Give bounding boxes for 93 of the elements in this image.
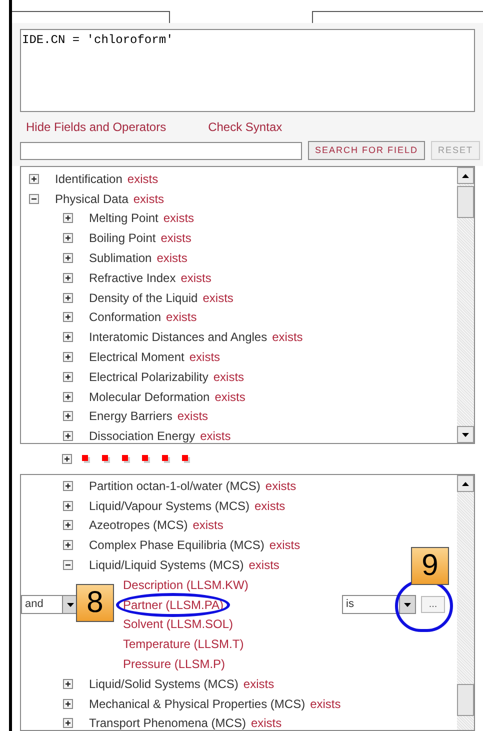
tree-item[interactable]: Interatomic Distances and Angles [89,328,268,346]
step-callout: 9 [411,546,449,585]
exists-link[interactable]: exists [180,268,212,287]
exists-link[interactable]: exists [269,536,300,554]
exists-link[interactable]: exists [250,714,282,730]
collapse-icon[interactable] [29,194,39,204]
tree-item[interactable]: Conformation [89,308,162,326]
query-field[interactable]: IDE.CN = 'chloroform' [20,29,475,112]
exists-link[interactable]: exists [177,407,208,426]
expand-icon[interactable] [62,454,72,464]
expand-icon[interactable] [63,480,73,491]
field-search-input[interactable] [20,142,302,160]
expand-icon[interactable] [63,392,73,402]
expand-icon[interactable] [63,253,73,264]
field-link[interactable]: Pressure (LLSM.P) [123,655,226,674]
expand-icon[interactable] [63,233,73,244]
tree-item[interactable]: Melting Point [89,209,158,228]
tree-item[interactable]: Liquid/Solid Systems (MCS) [89,674,238,693]
tree-item[interactable]: Boiling Point [89,229,156,248]
exists-link[interactable]: exists [160,229,192,248]
text-link[interactable]: Hide Fields and Operators [26,118,166,136]
tree-item[interactable]: Density of the Liquid [89,288,198,307]
expand-icon[interactable] [63,431,73,442]
scrollbar[interactable] [457,475,474,730]
exists-link[interactable]: exists [214,388,246,406]
field-link[interactable]: Partner (LLSM.PA) [119,596,228,614]
tree-item[interactable]: Complex Phase Equilibria (MCS) [89,536,264,554]
expand-icon[interactable] [63,540,73,550]
exists-link[interactable]: exists [243,674,274,693]
tree-item[interactable]: Electrical Moment [89,348,184,366]
up-arrow-icon [462,482,469,486]
expand-icon[interactable] [63,411,73,422]
up-arrow-icon [462,174,469,178]
exists-link[interactable]: exists [310,694,341,713]
exists-link[interactable]: exists [213,368,244,386]
browse-button[interactable]: ... [421,596,445,614]
scroll-down-button[interactable] [457,426,474,443]
expand-icon[interactable] [63,292,73,303]
tree-item[interactable]: Identification [55,170,122,188]
tree-item[interactable]: Liquid/Liquid Systems (MCS) [89,556,244,574]
expand-icon[interactable] [63,352,73,362]
exists-link[interactable]: exists [248,556,280,574]
exists-link[interactable]: exists [254,496,286,515]
exists-link[interactable]: exists [133,190,164,208]
exists-link[interactable]: exists [202,288,234,307]
collapse-icon[interactable] [63,560,73,570]
exists-link[interactable]: exists [189,348,220,366]
tree-item[interactable]: Partition octan-1-ol/water (MCS) [89,476,260,495]
exists-link[interactable]: exists [200,427,231,443]
expand-icon[interactable] [63,272,73,283]
expand-icon[interactable] [63,500,73,511]
exists-link[interactable]: exists [163,209,194,228]
operator-select[interactable]: is [342,595,416,614]
exists-link[interactable]: exists [265,476,296,495]
tree-item[interactable]: Electrical Polarizability [89,368,208,386]
exists-link[interactable]: exists [166,308,197,326]
field-link[interactable]: Description (LLSM.KW) [123,576,248,594]
expand-icon[interactable] [63,718,73,728]
expand-icon[interactable] [63,698,73,709]
exists-link[interactable]: exists [192,516,224,534]
exists-link[interactable]: exists [127,170,158,188]
tree-item[interactable]: Transport Phenomena (MCS) [89,714,246,730]
tree-item[interactable]: Mechanical & Physical Properties (MCS) [89,694,306,713]
tree-item[interactable]: Sublimation [89,249,152,268]
scroll-up-button[interactable] [457,475,474,492]
down-arrow-icon [462,432,469,436]
exists-link[interactable]: exists [272,328,303,346]
tree-item[interactable]: Molecular Deformation [89,388,210,406]
caret-icon [399,596,415,614]
tree-item[interactable]: Liquid/Vapour Systems (MCS) [89,496,250,515]
scrollbar[interactable] [457,167,474,443]
expand-icon[interactable] [63,678,73,689]
expand-icon[interactable] [63,213,73,224]
field-link[interactable]: Solvent (LLSM.SOL) [123,615,234,634]
tree-item[interactable]: Physical Data [55,190,128,208]
expand-icon[interactable] [63,372,73,382]
expand-icon[interactable] [63,520,73,530]
field-link[interactable]: Temperature (LLSM.T) [123,635,244,654]
tree-item[interactable]: Energy Barriers [89,407,172,426]
tree-item[interactable]: Refractive Index [89,268,176,287]
search-field-button[interactable]: SEARCH FOR FIELD [308,141,426,160]
expand-icon[interactable] [63,332,73,342]
exists-link[interactable]: exists [156,249,188,268]
text-link[interactable]: Check Syntax [208,118,282,136]
tree-item[interactable]: Dissociation Energy [89,427,196,443]
expand-icon[interactable] [29,174,39,184]
scroll-thumb[interactable] [457,684,474,716]
connector-select[interactable]: and [21,595,79,614]
scroll-up-button[interactable] [457,167,474,184]
tree-item[interactable]: Azeotropes (MCS) [89,516,188,534]
step-callout: 8 [76,584,114,622]
scroll-thumb[interactable] [457,186,474,218]
expand-icon[interactable] [63,312,73,322]
